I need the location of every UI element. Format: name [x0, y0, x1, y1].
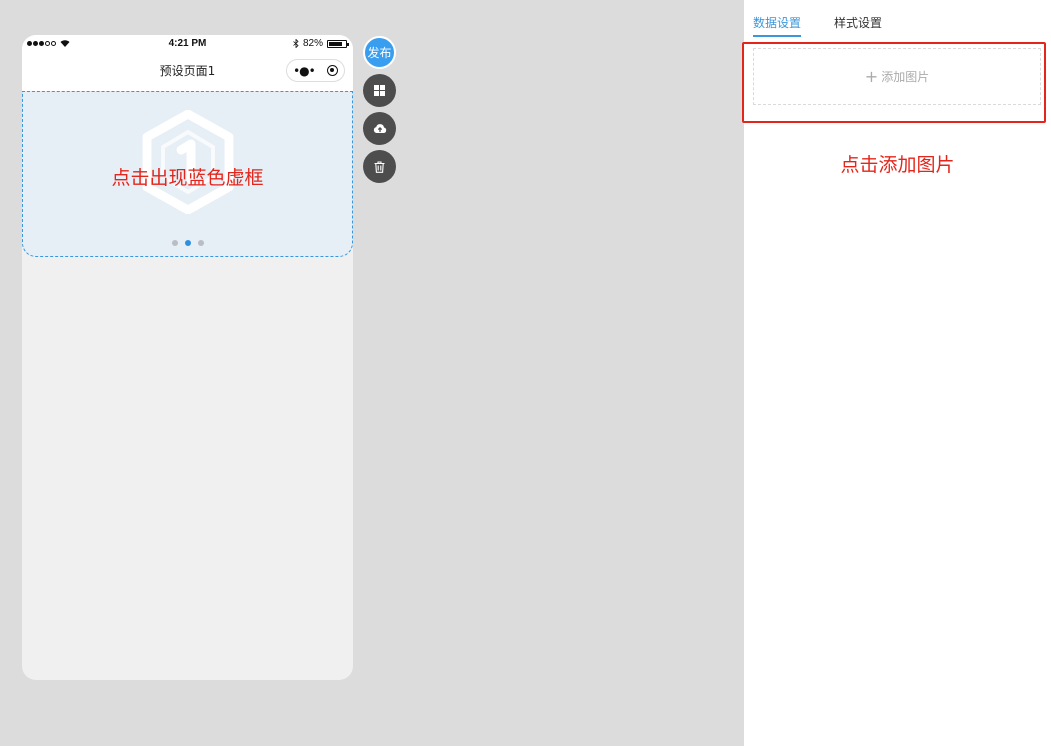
status-bar: 4:21 PM 82% — [22, 35, 353, 53]
carousel-dot[interactable] — [198, 240, 204, 246]
cloud-upload-icon — [373, 124, 386, 133]
placeholder-logo-icon — [142, 110, 234, 214]
components-button[interactable] — [363, 74, 396, 107]
battery-icon — [327, 39, 349, 48]
more-icon[interactable]: •●• — [293, 65, 316, 77]
carousel-indicator — [172, 240, 204, 246]
tab-data-settings[interactable]: 数据设置 — [753, 14, 802, 37]
publish-button[interactable]: 发布 — [363, 36, 396, 69]
settings-tabs: 数据设置 样式设置 — [753, 14, 882, 37]
battery-percent: 82% — [302, 38, 323, 49]
settings-panel: 数据设置 样式设置 + 添加图片 点击添加图片 — [742, 0, 1051, 746]
tab-style-settings[interactable]: 样式设置 — [834, 14, 882, 37]
delete-button[interactable] — [363, 150, 396, 183]
phone-preview: 4:21 PM 82% 预设页面1 •●• 点击出现蓝色虚框 — [22, 35, 353, 680]
add-image-label: 添加图片 — [881, 70, 930, 84]
add-image-button[interactable]: + 添加图片 — [753, 48, 1041, 105]
carousel-dot-active[interactable] — [185, 240, 191, 246]
bluetooth-icon — [293, 39, 299, 48]
banner-annotation: 点击出现蓝色虚框 — [111, 167, 264, 189]
grid-icon — [374, 85, 385, 96]
mini-program-capsule[interactable]: •●• — [286, 59, 345, 82]
plus-icon: + — [864, 66, 879, 86]
carousel-banner[interactable]: 点击出现蓝色虚框 — [22, 91, 353, 257]
close-target-icon[interactable] — [326, 65, 338, 76]
panel-annotation: 点击添加图片 — [840, 154, 955, 176]
carousel-dot[interactable] — [172, 240, 178, 246]
trash-icon — [374, 160, 385, 173]
save-cloud-button[interactable] — [363, 112, 396, 145]
page-navbar: 预设页面1 •●• — [22, 53, 353, 91]
